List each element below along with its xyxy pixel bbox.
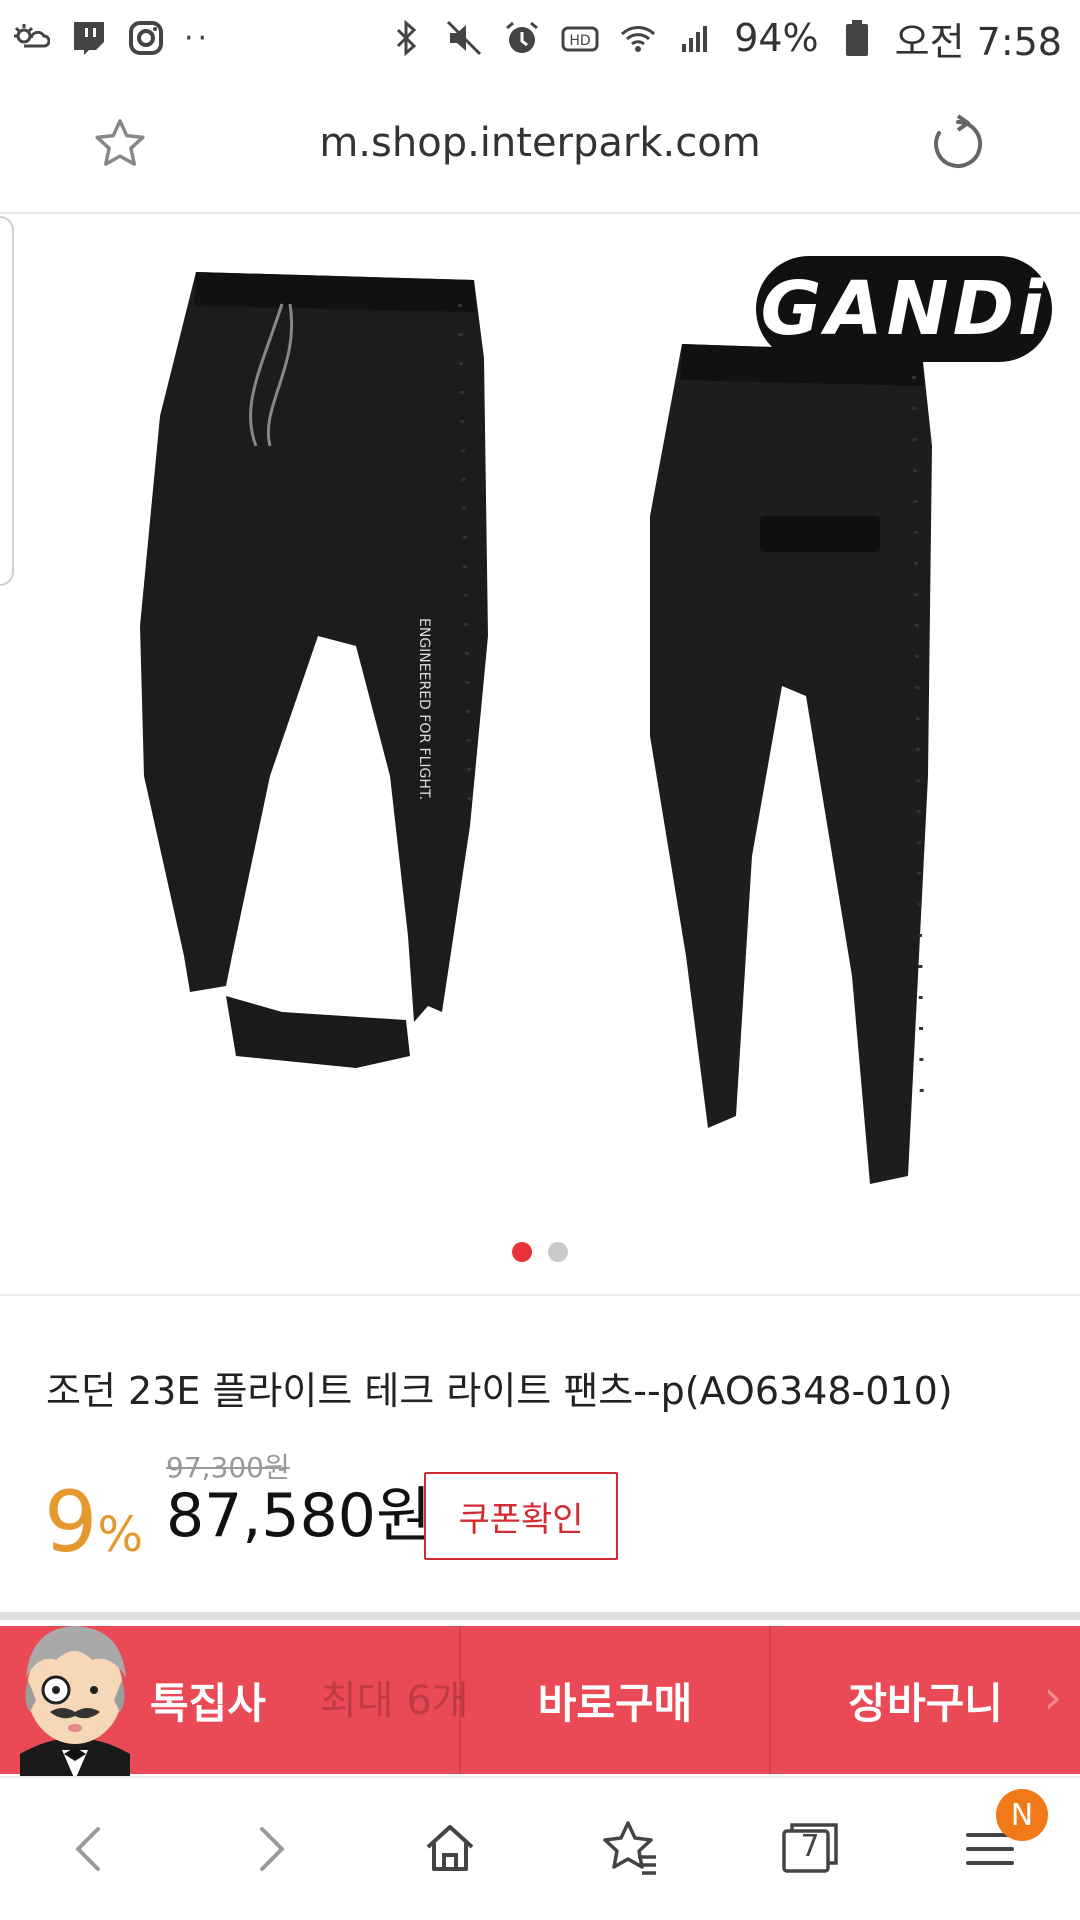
action-bar-divider bbox=[0, 1612, 1080, 1620]
pants-front-image: ENGINEERED FOR FLIGHT. bbox=[140, 272, 488, 1068]
cart-button[interactable]: 장바구니 bbox=[771, 1626, 1080, 1774]
forward-icon[interactable] bbox=[230, 1809, 310, 1889]
instagram-icon bbox=[126, 18, 166, 58]
carousel-dot-2[interactable] bbox=[548, 1242, 568, 1262]
status-time: 오전 7:58 bbox=[894, 19, 1062, 64]
coupon-check-button[interactable]: 쿠폰확인 bbox=[424, 1472, 618, 1560]
sale-price: 87,580원 bbox=[166, 1481, 432, 1551]
reload-icon[interactable] bbox=[928, 114, 988, 174]
status-left: ·· bbox=[10, 18, 211, 58]
product-photo: ENGINEERED FOR FLIGHT. bbox=[140, 272, 932, 1184]
back-icon[interactable] bbox=[50, 1809, 130, 1889]
bottom-navigation: 7 N bbox=[0, 1776, 1080, 1920]
brand-logo-text: GANDi bbox=[760, 266, 1048, 352]
home-icon[interactable] bbox=[410, 1809, 490, 1889]
status-right: HD 94% 오전 7:58 bbox=[386, 11, 1062, 66]
product-image-carousel[interactable]: ENGINEERED FOR FLIGHT. GANDi bbox=[0, 216, 1080, 1292]
wifi-icon bbox=[618, 18, 658, 58]
bluetooth-icon bbox=[386, 18, 426, 58]
brand-logo: GANDi bbox=[756, 256, 1052, 362]
new-badge: N bbox=[996, 1789, 1048, 1841]
url-address[interactable]: m.shop.interpark.com bbox=[0, 120, 1080, 166]
status-more: ·· bbox=[184, 20, 212, 56]
hd-icon: HD bbox=[560, 18, 600, 58]
discount-value: 9 bbox=[44, 1473, 98, 1571]
menu-icon[interactable]: N bbox=[950, 1789, 1048, 1889]
weather-icon bbox=[10, 18, 50, 58]
butler-mascot-icon[interactable] bbox=[0, 1604, 150, 1780]
chevron-right-icon: › bbox=[1043, 1670, 1062, 1724]
action-ghost-text: 최대 6개 bbox=[320, 1678, 469, 1724]
battery-icon bbox=[837, 18, 877, 58]
tab-count: 7 bbox=[800, 1829, 820, 1864]
alarm-icon bbox=[502, 18, 542, 58]
battery-percent: 94% bbox=[734, 16, 819, 60]
discount-rate: 9% bbox=[44, 1480, 143, 1564]
discount-unit: % bbox=[97, 1507, 144, 1563]
product-info: 조던 23E 플라이트 테크 라이트 팬츠--p(AO6348-010) 97,… bbox=[0, 1294, 1080, 1614]
browser-url-bar: m.shop.interpark.com bbox=[0, 76, 1080, 214]
twitch-icon bbox=[68, 18, 108, 58]
product-title: 조던 23E 플라이트 테크 라이트 팬츠--p(AO6348-010) bbox=[46, 1369, 953, 1413]
bookmark-icon[interactable] bbox=[590, 1809, 670, 1889]
cart-label: 장바구니 bbox=[848, 1678, 1003, 1728]
mute-icon bbox=[444, 18, 484, 58]
status-bar: ·· HD 94% 오전 7:58 bbox=[0, 0, 1080, 76]
carousel-dot-1[interactable] bbox=[512, 1242, 532, 1262]
buy-now-label: 바로구매 bbox=[537, 1678, 693, 1728]
carousel-dots bbox=[0, 1242, 1080, 1262]
buy-now-button[interactable]: 바로구매 bbox=[461, 1626, 772, 1774]
tabs-icon[interactable]: 7 bbox=[770, 1809, 850, 1889]
pants-back-image bbox=[650, 344, 932, 1184]
signal-icon bbox=[676, 18, 716, 58]
svg-text:HD: HD bbox=[570, 33, 591, 49]
svg-text:ENGINEERED FOR FLIGHT.: ENGINEERED FOR FLIGHT. bbox=[416, 618, 432, 800]
